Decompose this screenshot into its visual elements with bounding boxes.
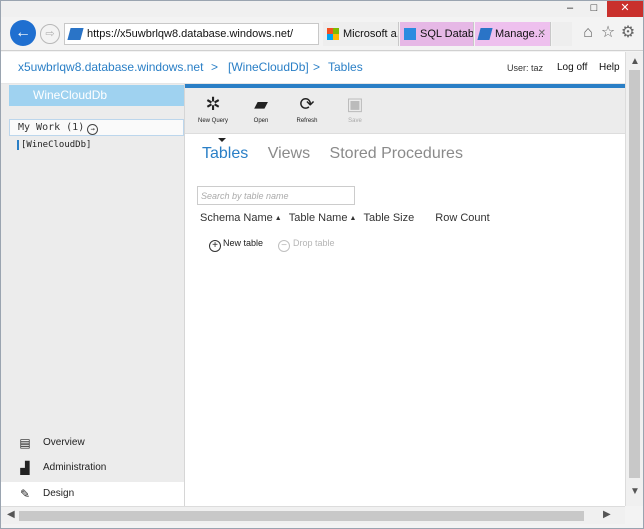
open-button[interactable]: ▰ Open <box>241 93 281 124</box>
plus-circle-icon: + <box>209 240 221 252</box>
table-column-headers: Schema Name ▲ Table Name ▲ Table Size Row … <box>200 212 494 224</box>
settings-icon[interactable]: ⚙ <box>619 24 637 42</box>
nav-administration[interactable]: ▟ Administration <box>1 456 184 480</box>
vertical-scrollbar[interactable]: ▲ ▼ <box>625 52 643 506</box>
home-icon[interactable]: ⌂ <box>579 24 597 42</box>
scroll-up-icon[interactable]: ▲ <box>630 56 640 67</box>
main-content: ✲ New Query ▰ Open ⟳ Refresh ▣ Save Tabl… <box>185 84 625 506</box>
back-button[interactable]: ← <box>10 20 36 46</box>
sort-ascending-icon: ▲ <box>349 215 357 222</box>
sort-ascending-icon: ▲ <box>274 215 282 222</box>
azure-favicon-icon <box>67 28 84 40</box>
save-label: Save <box>348 118 362 124</box>
new-tab-button[interactable] <box>552 22 572 46</box>
new-table-button[interactable]: + New table <box>209 238 263 252</box>
column-table-name[interactable]: Table Name ▲ <box>289 212 357 224</box>
browser-tab-sql-database[interactable]: SQL Datab... <box>400 22 474 46</box>
tab-tables[interactable]: Tables <box>202 145 248 162</box>
address-text: https://x5uwbrlqw8.database.windows.net/ <box>87 28 294 40</box>
nav-label: Design <box>43 488 75 499</box>
sql-database-icon <box>404 28 416 40</box>
logoff-link[interactable]: Log off <box>557 62 587 73</box>
left-sidebar: WineCloudDb My Work (1) → [WineCloudDb] ▤… <box>1 84 185 506</box>
tab-label: Manage... <box>495 28 544 40</box>
column-row-count[interactable]: Row Count <box>435 212 489 224</box>
scroll-down-icon[interactable]: ▼ <box>630 486 640 497</box>
save-icon: ▣ <box>346 94 364 114</box>
browser-navbar: ← ⇨ https://x5uwbrlqw8.database.windows.… <box>1 17 643 51</box>
design-icon: ✎ <box>19 487 31 501</box>
minimize-button[interactable]: – <box>559 1 581 17</box>
chevron-down-icon[interactable] <box>218 138 226 142</box>
my-work-panel[interactable]: My Work (1) → <box>9 119 184 136</box>
folder-icon: ▰ <box>254 94 268 114</box>
new-table-label: New table <box>223 238 264 248</box>
vertical-scroll-thumb[interactable] <box>629 70 640 478</box>
scroll-right-icon[interactable]: ▶ <box>603 509 611 520</box>
overview-icon: ▤ <box>19 436 31 450</box>
favorites-icon[interactable]: ☆ <box>599 24 617 42</box>
column-label: Table Name <box>288 212 348 224</box>
nav-label: Administration <box>43 462 107 473</box>
browser-tab-manage[interactable]: Manage... ✕ <box>475 22 551 46</box>
maximize-button[interactable]: □ <box>583 1 605 17</box>
breadcrumb-separator: > <box>211 60 219 74</box>
breadcrumb-tables[interactable]: Tables <box>328 60 363 74</box>
browser-tab-microsoft[interactable]: Microsoft a... <box>323 22 399 46</box>
refresh-icon: ⟳ <box>299 94 315 114</box>
nav-overview[interactable]: ▤ Overview <box>1 431 184 455</box>
user-label: User: taz <box>507 63 544 73</box>
scroll-left-icon[interactable]: ◀ <box>7 509 15 520</box>
column-label: Schema Name <box>200 212 273 224</box>
open-label: Open <box>253 118 269 124</box>
table-search-input[interactable] <box>197 186 355 205</box>
microsoft-logo-icon <box>327 28 339 40</box>
new-query-icon: ✲ <box>205 94 221 114</box>
portal-header: x5uwbrlqw8.database.windows.net > [WineC… <box>1 52 625 84</box>
close-button[interactable]: ✕ <box>607 1 643 17</box>
drop-table-label: Drop table <box>293 238 335 248</box>
tab-label: SQL Datab... <box>420 28 474 40</box>
work-item-winecloud[interactable]: [WineCloudDb] <box>17 140 91 150</box>
nav-label: Overview <box>43 437 85 448</box>
database-tile[interactable]: WineCloudDb <box>9 85 184 106</box>
horizontal-scrollbar[interactable]: ◀ ▶ <box>1 506 625 524</box>
nav-design[interactable]: ✎ Design <box>1 482 184 506</box>
object-tabs: Tables Views Stored Procedures <box>202 145 478 163</box>
tab-views[interactable]: Views <box>268 145 310 162</box>
save-button[interactable]: ▣ Save <box>335 93 375 124</box>
ribbon-toolbar: ✲ New Query ▰ Open ⟳ Refresh ▣ Save <box>185 84 625 142</box>
horizontal-scroll-thumb[interactable] <box>19 511 584 521</box>
forward-button[interactable]: ⇨ <box>40 24 60 44</box>
new-query-button[interactable]: ✲ New Query <box>193 93 233 124</box>
drop-table-button[interactable]: − Drop table <box>278 238 335 252</box>
refresh-label: Refresh <box>296 118 318 124</box>
tab-close-icon[interactable]: ✕ <box>538 22 546 46</box>
breadcrumb-separator: > <box>313 60 321 74</box>
column-schema-name[interactable]: Schema Name ▲ <box>200 212 282 224</box>
tab-label: Microsoft a... <box>343 28 399 40</box>
administration-icon: ▟ <box>20 461 30 475</box>
column-table-size[interactable]: Table Size <box>363 212 414 224</box>
arrow-right-icon[interactable]: → <box>87 124 99 135</box>
address-bar[interactable]: https://x5uwbrlqw8.database.windows.net/… <box>64 23 319 45</box>
new-query-label: New Query <box>197 118 228 124</box>
breadcrumb-database[interactable]: [WineCloudDb] <box>228 60 309 74</box>
my-work-label: My Work (1) <box>18 122 85 133</box>
breadcrumb-server[interactable]: x5uwbrlqw8.database.windows.net <box>18 60 203 74</box>
azure-logo-icon <box>477 28 493 40</box>
tab-stored-procedures[interactable]: Stored Procedures <box>330 145 463 162</box>
minus-circle-icon: − <box>278 240 290 252</box>
browser-window: – □ ✕ ← ⇨ https://x5uwbrlqw8.database.wi… <box>0 0 644 529</box>
title-bar: – □ ✕ <box>1 1 643 17</box>
help-link[interactable]: Help <box>599 62 620 73</box>
refresh-button[interactable]: ⟳ Refresh <box>287 93 327 124</box>
